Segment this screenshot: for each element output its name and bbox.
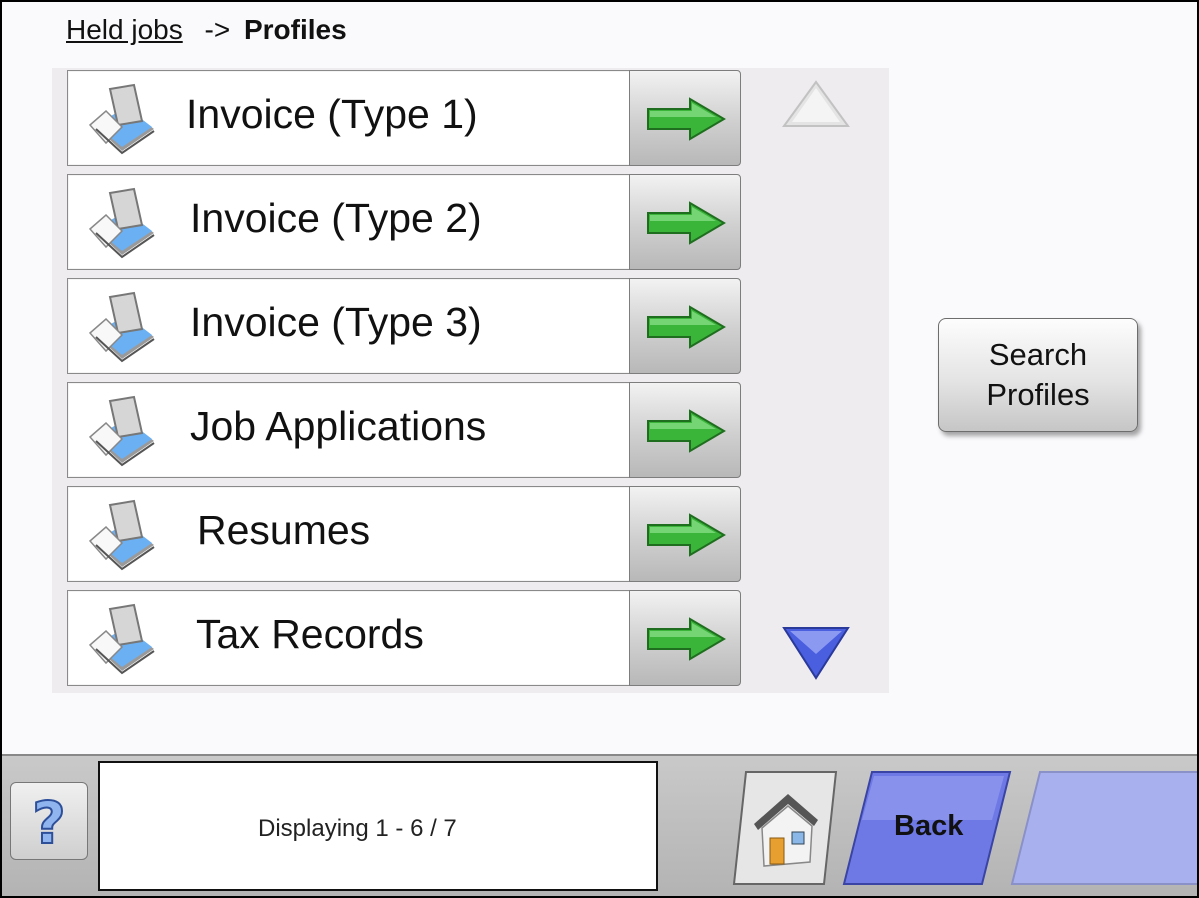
- list-item-invoice-type-2: Invoice (Type 2): [67, 174, 741, 270]
- green-arrow-right-icon: [647, 97, 726, 141]
- open-profile-arrow-button[interactable]: [629, 382, 741, 478]
- profile-row-button[interactable]: Invoice (Type 1): [67, 70, 630, 166]
- list-item-resumes: Resumes: [67, 486, 741, 582]
- blank-nav-button[interactable]: [1010, 770, 1199, 886]
- scanner-icon: [88, 499, 155, 571]
- scanner-icon: [88, 603, 155, 675]
- breadcrumb: Held jobs -> Profiles: [66, 14, 347, 46]
- scroll-down-arrow-icon[interactable]: [782, 624, 850, 680]
- page-title: Profiles: [243, 14, 347, 45]
- open-profile-arrow-button[interactable]: [629, 278, 741, 374]
- open-profile-arrow-button[interactable]: [629, 486, 741, 582]
- bottom-bar: ? Displaying 1 - 6 / 7 Back: [2, 754, 1199, 896]
- search-profiles-button[interactable]: Search Profiles: [938, 318, 1138, 432]
- profile-row-button[interactable]: Invoice (Type 3): [67, 278, 630, 374]
- list-item-job-applications: Job Applications: [67, 382, 741, 478]
- list-item-invoice-type-1: Invoice (Type 1): [67, 70, 741, 166]
- green-arrow-right-icon: [647, 617, 726, 661]
- profile-label: Invoice (Type 2): [190, 195, 482, 241]
- list-item-tax-records: Tax Records: [67, 590, 741, 686]
- profile-label: Job Applications: [190, 403, 487, 449]
- breadcrumb-held-jobs-link[interactable]: Held jobs: [66, 14, 183, 45]
- profile-row-button[interactable]: Resumes: [67, 486, 630, 582]
- profile-label: Invoice (Type 1): [186, 91, 478, 137]
- search-profiles-label: Search Profiles: [986, 337, 1090, 412]
- screen: Held jobs -> Profiles Invoice (Type 1) I…: [0, 0, 1199, 898]
- status-message-box: Displaying 1 - 6 / 7: [98, 761, 658, 891]
- profile-row-button[interactable]: Job Applications: [67, 382, 630, 478]
- open-profile-arrow-button[interactable]: [629, 174, 741, 270]
- green-arrow-right-icon: [647, 201, 726, 245]
- profile-label: Invoice (Type 3): [190, 299, 482, 345]
- green-arrow-right-icon: [647, 305, 726, 349]
- green-arrow-right-icon: [647, 513, 726, 557]
- scanner-icon: [88, 83, 155, 155]
- profile-list: Invoice (Type 1) Invoice (Type 2) Invoic…: [52, 68, 889, 693]
- profile-label: Resumes: [197, 507, 371, 553]
- question-mark-icon: ?: [31, 788, 67, 858]
- scanner-icon: [88, 395, 155, 467]
- svg-text:?: ?: [32, 789, 66, 857]
- green-arrow-right-icon: [647, 409, 726, 453]
- scroll-up-arrow-icon[interactable]: [782, 80, 850, 130]
- back-label: Back: [894, 810, 964, 842]
- scanner-icon: [88, 291, 155, 363]
- profile-row-button[interactable]: Tax Records: [67, 590, 630, 686]
- home-button[interactable]: [732, 770, 838, 886]
- breadcrumb-separator: ->: [204, 14, 231, 45]
- open-profile-arrow-button[interactable]: [629, 590, 741, 686]
- status-text: Displaying 1 - 6 / 7: [258, 815, 457, 842]
- open-profile-arrow-button[interactable]: [629, 70, 741, 166]
- profile-row-button[interactable]: Invoice (Type 2): [67, 174, 630, 270]
- profile-label: Tax Records: [196, 611, 424, 657]
- list-item-invoice-type-3: Invoice (Type 3): [67, 278, 741, 374]
- help-button[interactable]: ?: [10, 782, 88, 860]
- scanner-icon: [88, 187, 155, 259]
